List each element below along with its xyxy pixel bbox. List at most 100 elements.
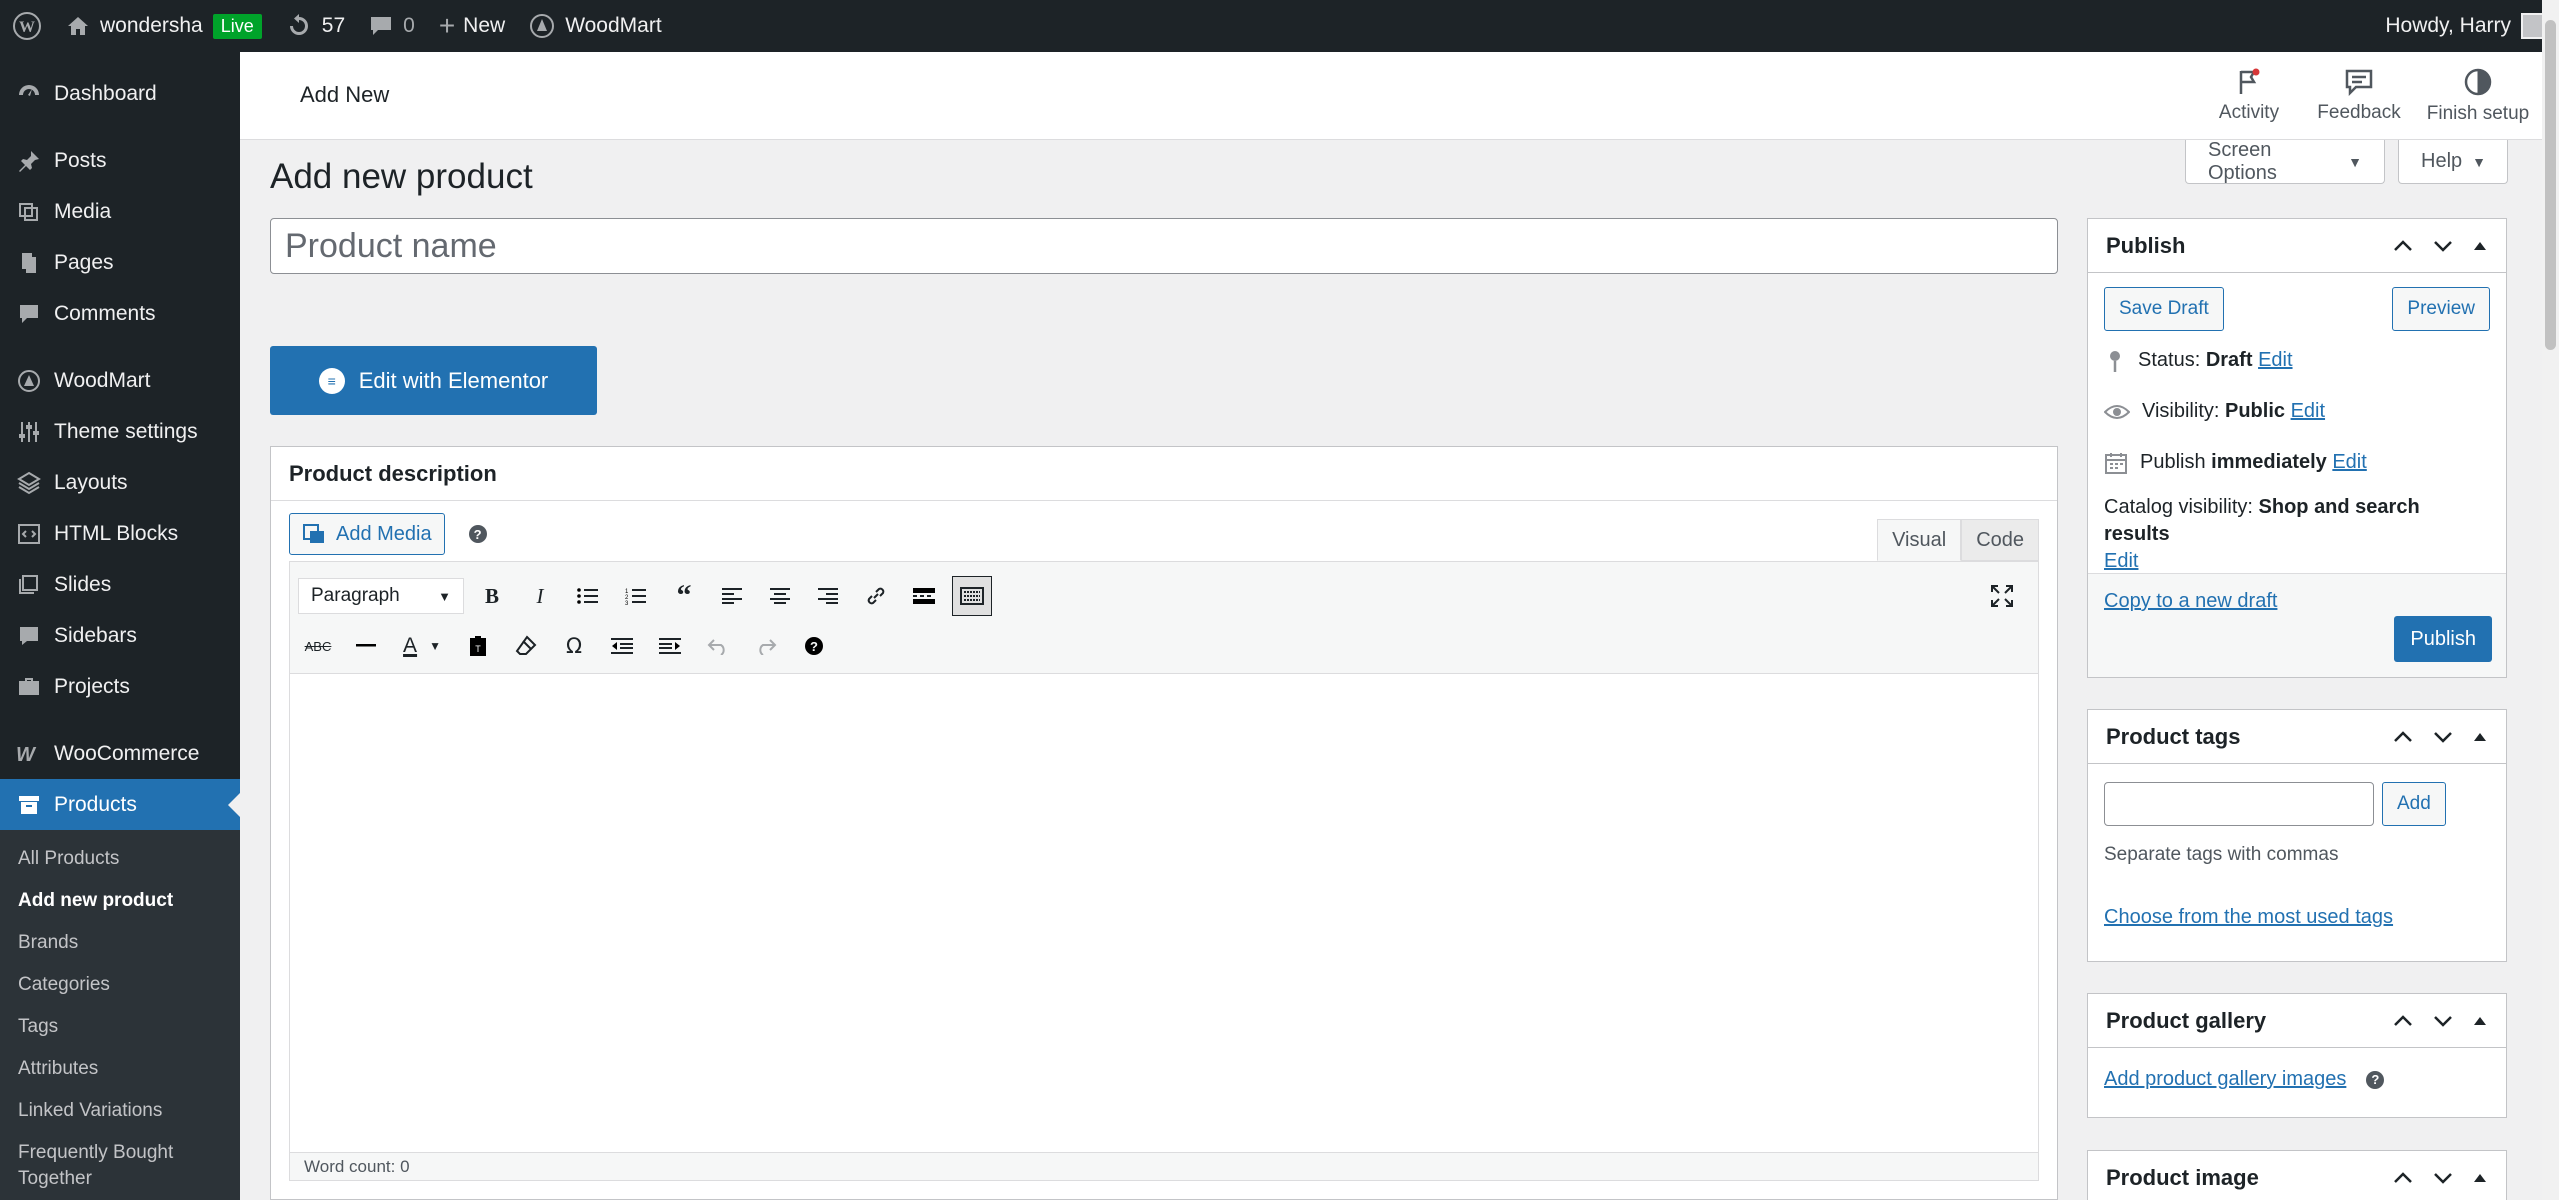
edit-visibility-link[interactable]: Edit (2291, 400, 2325, 422)
toggle-panel-icon[interactable] (2472, 1172, 2488, 1184)
edit-catalog-link[interactable]: Edit (2104, 550, 2138, 572)
special-character-icon[interactable]: Ω (554, 626, 594, 666)
site-name-link[interactable]: wondersha Live (54, 0, 274, 52)
new-label: New (463, 14, 506, 37)
edit-status-link[interactable]: Edit (2258, 349, 2292, 371)
edit-with-elementor-button[interactable]: ≡ Edit with Elementor (270, 346, 597, 415)
add-gallery-images-link[interactable]: Add product gallery images (2104, 1068, 2346, 1091)
toggle-panel-icon[interactable] (2472, 1015, 2488, 1027)
menu-pages[interactable]: Pages (0, 237, 240, 288)
clear-formatting-icon[interactable] (506, 626, 546, 666)
copy-to-draft-link[interactable]: Copy to a new draft (2104, 590, 2277, 613)
menu-projects[interactable]: Projects (0, 661, 240, 712)
align-left-icon[interactable] (712, 576, 752, 616)
link-icon[interactable] (856, 576, 896, 616)
new-content-link[interactable]: + New (427, 0, 517, 52)
help-icon[interactable]: ? (2366, 1070, 2385, 1089)
product-name-input[interactable] (270, 218, 2058, 274)
menu-woodmart[interactable]: WoodMart (0, 355, 240, 406)
woocommerce-header: Add New Activity Feedback Finish setup (240, 52, 2542, 140)
feedback-button[interactable]: Feedback (2304, 52, 2414, 140)
help-button[interactable]: Help ▼ (2398, 140, 2508, 184)
format-select[interactable]: Paragraph ▼ (298, 578, 464, 614)
submenu-attributes[interactable]: Attributes (0, 1048, 240, 1090)
menu-dashboard[interactable]: Dashboard (0, 68, 240, 119)
toolbar-toggle-icon[interactable] (952, 576, 992, 616)
editor-tabs: Visual Code (1877, 519, 2039, 561)
read-more-icon[interactable] (904, 576, 944, 616)
toggle-panel-icon[interactable] (2472, 731, 2488, 743)
toggle-panel-icon[interactable] (2472, 240, 2488, 252)
submenu-all-products[interactable]: All Products (0, 838, 240, 880)
help-icon[interactable]: ? (468, 525, 487, 543)
menu-media[interactable]: Media (0, 186, 240, 237)
editor-content[interactable] (290, 675, 2038, 1153)
screen-options-button[interactable]: Screen Options ▼ (2185, 139, 2385, 184)
save-draft-button[interactable]: Save Draft (2104, 287, 2224, 331)
menu-sidebars[interactable]: Sidebars (0, 610, 240, 661)
chevron-down-icon[interactable] (2432, 239, 2454, 253)
paste-text-icon[interactable]: T (458, 626, 498, 666)
updates-link[interactable]: 57 (274, 0, 357, 52)
menu-comments[interactable]: Comments (0, 288, 240, 339)
submenu-linked-variations[interactable]: Linked Variations (0, 1090, 240, 1132)
submenu-add-new-product[interactable]: Add new product (0, 880, 240, 922)
strikethrough-icon[interactable]: ABC (298, 626, 338, 666)
menu-slides[interactable]: Slides (0, 559, 240, 610)
menu-label: Posts (54, 148, 107, 172)
align-right-icon[interactable] (808, 576, 848, 616)
menu-layouts[interactable]: Layouts (0, 457, 240, 508)
outdent-icon[interactable] (602, 626, 642, 666)
add-media-button[interactable]: Add Media (289, 513, 445, 555)
wordpress-logo-icon[interactable]: W (0, 0, 54, 52)
italic-icon[interactable]: I (520, 576, 560, 616)
numbered-list-icon[interactable]: 123 (616, 576, 656, 616)
svg-text:W: W (19, 19, 35, 36)
woodmart-link[interactable]: WoodMart (517, 0, 673, 52)
edit-date-link[interactable]: Edit (2332, 451, 2366, 473)
bold-icon[interactable]: B (472, 576, 512, 616)
add-tag-button[interactable]: Add (2382, 782, 2446, 826)
bullet-list-icon[interactable] (568, 576, 608, 616)
tag-input[interactable] (2104, 782, 2374, 826)
keyboard-shortcuts-icon[interactable]: ? (794, 626, 834, 666)
text-color-icon[interactable]: A ▼ (394, 626, 450, 666)
redo-icon[interactable] (746, 626, 786, 666)
menu-products[interactable]: Products (0, 779, 240, 830)
align-center-icon[interactable] (760, 576, 800, 616)
chevron-down-icon[interactable] (2432, 730, 2454, 744)
chevron-up-icon[interactable] (2392, 1014, 2414, 1028)
my-account[interactable]: Howdy, Harry (2385, 0, 2547, 52)
chevron-down-icon[interactable] (2432, 1014, 2454, 1028)
preview-button[interactable]: Preview (2392, 287, 2490, 331)
submenu-frequently-bought[interactable]: Frequently Bought Together (0, 1132, 240, 1192)
horizontal-line-icon[interactable] (346, 626, 386, 666)
tab-code[interactable]: Code (1961, 519, 2039, 561)
submenu-categories[interactable]: Categories (0, 964, 240, 1006)
choose-most-used-tags-link[interactable]: Choose from the most used tags (2104, 906, 2393, 928)
comments-link[interactable]: 0 (357, 0, 427, 52)
submenu-brands[interactable]: Brands (0, 922, 240, 964)
submenu-tags[interactable]: Tags (0, 1006, 240, 1048)
scrollbar-thumb[interactable] (2545, 20, 2556, 350)
undo-icon[interactable] (698, 626, 738, 666)
toolbar-row-2: ABC A ▼ T Ω ? (298, 624, 834, 668)
chevron-up-icon[interactable] (2392, 1171, 2414, 1185)
tab-visual[interactable]: Visual (1877, 519, 1962, 561)
chevron-up-icon[interactable] (2392, 239, 2414, 253)
chevron-up-icon[interactable] (2392, 730, 2414, 744)
finish-setup-button[interactable]: Finish setup (2414, 52, 2542, 140)
gallery-title: Product gallery (2106, 1007, 2267, 1033)
page-scrollbar[interactable] (2542, 0, 2559, 1200)
fullscreen-icon[interactable] (1982, 576, 2022, 616)
publish-button[interactable]: Publish (2394, 616, 2492, 662)
menu-html-blocks[interactable]: HTML Blocks (0, 508, 240, 559)
tag-add-row: Add (2088, 764, 2506, 826)
activity-button[interactable]: Activity (2194, 52, 2304, 140)
indent-icon[interactable] (650, 626, 690, 666)
menu-woocommerce[interactable]: W WooCommerce (0, 728, 240, 779)
chevron-down-icon[interactable] (2432, 1171, 2454, 1185)
menu-theme-settings[interactable]: Theme settings (0, 406, 240, 457)
blockquote-icon[interactable]: “ (664, 576, 704, 616)
menu-posts[interactable]: Posts (0, 135, 240, 186)
